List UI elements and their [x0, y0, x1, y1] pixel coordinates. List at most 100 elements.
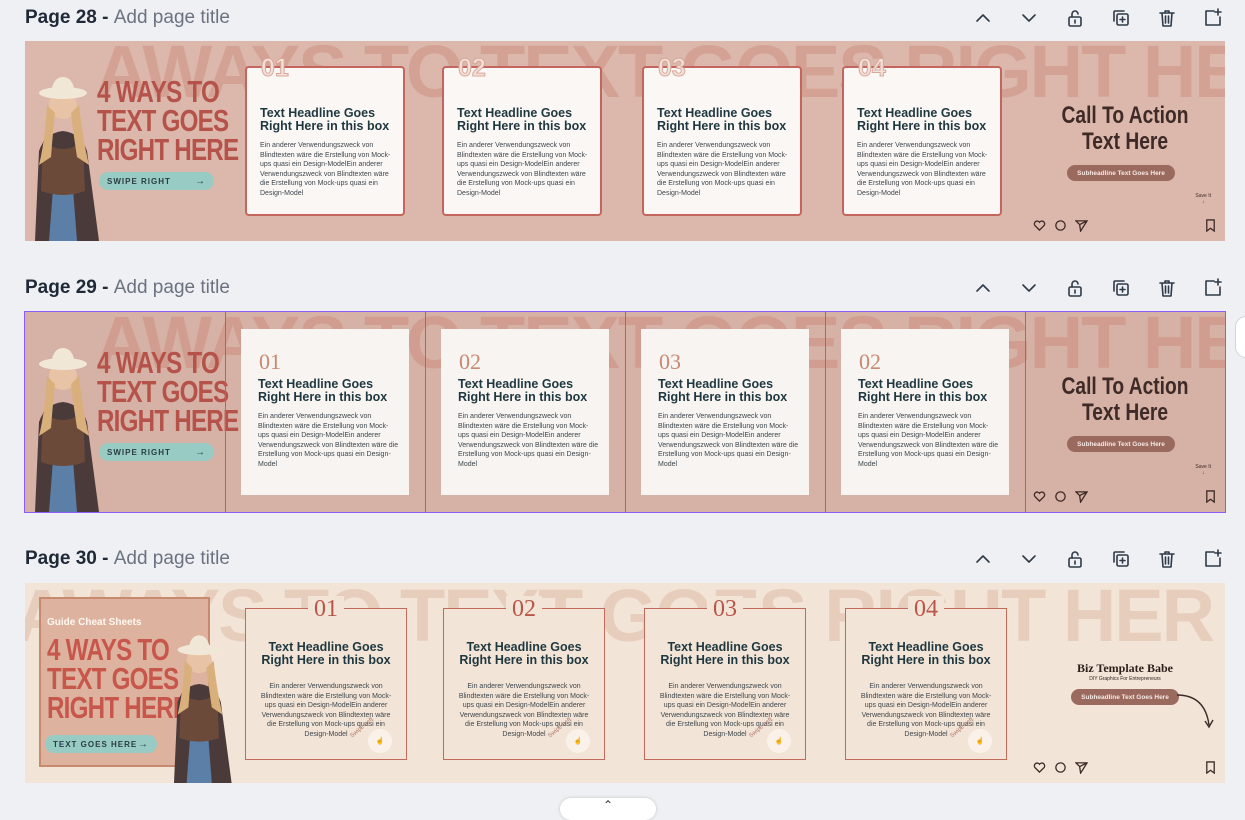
- cta-pill: Subheadline Text Goes Here: [1071, 689, 1179, 705]
- slide-divider: [425, 312, 426, 512]
- save-it-label: Save It ↓: [1195, 193, 1211, 205]
- swipe-right-pill: SWIPE RIGHT →: [99, 443, 214, 461]
- page-toolbar: [971, 5, 1225, 31]
- slide-divider: [825, 312, 826, 512]
- unlock-icon: [1068, 10, 1082, 27]
- send-icon: [1075, 762, 1088, 774]
- cover-slide[interactable]: AWAYS TO TEXT GOES RIGHT HER Guide Cheat…: [25, 583, 1215, 783]
- comment-icon: [1055, 762, 1066, 773]
- add-page-title[interactable]: Add page title: [114, 548, 230, 569]
- page-canvas-29[interactable]: AWAYS TO TEXT GOES RIGHT HER 4 WAYS TO T…: [24, 311, 1226, 513]
- page-canvas-28[interactable]: AWAYS TO TEXT GOES RIGHT HER 4 WAYS TO T…: [25, 41, 1225, 241]
- chevron-down-icon: [1022, 14, 1036, 22]
- social-icons: [1033, 761, 1088, 774]
- arrow-right-icon: →: [195, 446, 206, 458]
- lock-button[interactable]: [1063, 276, 1087, 300]
- card-03[interactable]: 03 Text Headline Goes Right Here in this…: [642, 54, 802, 216]
- delete-page-button[interactable]: [1155, 547, 1179, 571]
- add-page-title[interactable]: Add page title: [114, 277, 230, 298]
- card-03[interactable]: 03 Text Headline Goes Right Here in this…: [644, 596, 806, 760]
- chevron-up-icon: [976, 284, 990, 292]
- cover-headline: 4 WAYS TO TEXT GOES RIGHT HERE: [97, 74, 239, 167]
- duplicate-icon: [1113, 10, 1129, 26]
- swipe-right-pill: TEXT GOES HERE →: [45, 735, 157, 753]
- cta-pill: Subheadline Text Goes Here: [1067, 436, 1175, 452]
- card-01[interactable]: 01 Text Headline Goes Right Here in this…: [245, 596, 407, 760]
- move-up-button[interactable]: [971, 547, 995, 571]
- duplicate-page-button[interactable]: [1109, 276, 1133, 300]
- hand-tap-icon: ☝: [968, 729, 992, 753]
- chevron-down-icon: [1022, 555, 1036, 563]
- cta-pill: Subheadline Text Goes Here: [1067, 165, 1175, 181]
- arrow-right-icon: →: [138, 738, 149, 750]
- card-02[interactable]: 02 Text Headline Goes Right Here in this…: [443, 596, 605, 760]
- swipe-right-pill: SWIPE RIGHT →: [99, 172, 214, 190]
- heart-icon: [1033, 491, 1046, 503]
- cover-slide[interactable]: AWAYS TO TEXT GOES RIGHT HER 4 WAYS TO T…: [25, 312, 1225, 512]
- side-handle[interactable]: [1235, 316, 1245, 358]
- heart-icon: [1033, 220, 1046, 232]
- add-page-icon: [1205, 8, 1222, 26]
- lock-button[interactable]: [1063, 6, 1087, 30]
- duplicate-page-button[interactable]: [1109, 547, 1133, 571]
- trash-icon: [1159, 280, 1175, 297]
- social-icons: [1033, 490, 1088, 503]
- unlock-icon: [1068, 280, 1082, 297]
- guide-badge: Guide Cheat Sheets: [47, 617, 142, 628]
- cta-slide[interactable]: Biz Template Babe DIY Graphics For Entre…: [1025, 583, 1225, 783]
- cta-slide[interactable]: Call To Action Text Here Subheadline Text…: [1025, 41, 1225, 241]
- bookmark-icon: [1204, 490, 1217, 508]
- card-04[interactable]: 02 Text Headline Goes Right Here in this…: [841, 329, 1009, 495]
- cover-slide[interactable]: AWAYS TO TEXT GOES RIGHT HER 4 WAYS TO T…: [25, 41, 1225, 241]
- delete-page-button[interactable]: [1155, 6, 1179, 30]
- page-toolbar: [971, 275, 1225, 301]
- delete-page-button[interactable]: [1155, 276, 1179, 300]
- trash-icon: [1159, 10, 1175, 27]
- add-page-button[interactable]: [1201, 276, 1225, 300]
- brand-tagline: DIY Graphics For Entrepreneurs: [1089, 676, 1161, 682]
- arrow-right-icon: →: [195, 175, 206, 187]
- send-icon: [1075, 220, 1088, 232]
- page-header-30: Page 30 - Add page title: [25, 546, 1225, 572]
- cover-headline: 4 WAYS TO TEXT GOES RIGHT HERE: [97, 345, 239, 438]
- page-title-30[interactable]: Page 30 - Add page title: [25, 546, 230, 572]
- hand-tap-icon: ☝: [368, 729, 392, 753]
- cta-slide[interactable]: Call To Action Text Here Subheadline Text…: [1025, 312, 1225, 512]
- cta-title: Call To Action Text Here: [1061, 373, 1189, 426]
- brand-name: Biz Template Babe: [1076, 661, 1173, 675]
- move-up-button[interactable]: [971, 6, 995, 30]
- card-01[interactable]: 01 Text Headline Goes Right Here in this…: [241, 329, 409, 495]
- add-page-title[interactable]: Add page title: [114, 7, 230, 28]
- move-down-button[interactable]: [1017, 6, 1041, 30]
- card-02[interactable]: 02 Text Headline Goes Right Here in this…: [441, 329, 609, 495]
- card-04[interactable]: 04 Text Headline Goes Right Here in this…: [845, 596, 1007, 760]
- move-down-button[interactable]: [1017, 276, 1041, 300]
- page-title-29[interactable]: Page 29 - Add page title: [25, 275, 230, 301]
- card-04[interactable]: 04 Text Headline Goes Right Here in this…: [842, 54, 1002, 216]
- page-title-28[interactable]: Page 28 - Add page title: [25, 5, 230, 31]
- expand-pages-button[interactable]: ⌃: [560, 798, 656, 820]
- add-page-icon: [1205, 549, 1222, 567]
- hand-tap-icon: ☝: [566, 729, 590, 753]
- chevron-down-icon: [1022, 284, 1036, 292]
- chevron-up-icon: ⌃: [602, 798, 614, 812]
- cta-title: Call To Action Text Here: [1061, 102, 1189, 155]
- slide-divider: [625, 312, 626, 512]
- lock-button[interactable]: [1063, 547, 1087, 571]
- move-up-button[interactable]: [971, 276, 995, 300]
- chevron-up-icon: [976, 14, 990, 22]
- card-01[interactable]: 01 Text Headline Goes Right Here in this…: [245, 54, 405, 216]
- add-page-icon: [1205, 278, 1222, 296]
- page-toolbar: [971, 546, 1225, 572]
- chevron-up-icon: [976, 555, 990, 563]
- card-02[interactable]: 02 Text Headline Goes Right Here in this…: [442, 54, 602, 216]
- unlock-icon: [1068, 551, 1082, 568]
- duplicate-page-button[interactable]: [1109, 6, 1133, 30]
- card-03[interactable]: 03 Text Headline Goes Right Here in this…: [641, 329, 809, 495]
- add-page-button[interactable]: [1201, 6, 1225, 30]
- move-down-button[interactable]: [1017, 547, 1041, 571]
- comment-icon: [1055, 220, 1066, 231]
- duplicate-icon: [1113, 280, 1129, 296]
- add-page-button[interactable]: [1201, 547, 1225, 571]
- page-canvas-30[interactable]: AWAYS TO TEXT GOES RIGHT HER Guide Cheat…: [25, 583, 1225, 783]
